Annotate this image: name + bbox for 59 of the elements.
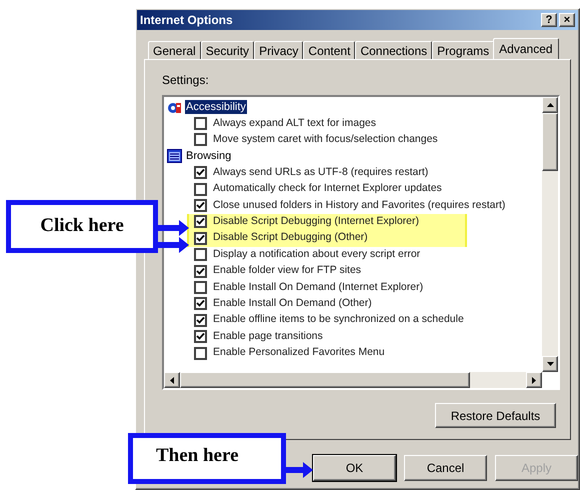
setting-label: Close unused folders in History and Favorites (requires restart) <box>213 198 506 213</box>
close-button[interactable]: × <box>559 13 575 27</box>
arrow-icon <box>158 237 189 253</box>
restore-defaults-button[interactable]: Restore Defaults <box>435 403 556 428</box>
category-item[interactable]: Accessibility <box>185 100 247 114</box>
category-item[interactable]: Browsing <box>185 149 232 164</box>
tab[interactable]: General <box>148 41 201 59</box>
tab[interactable]: Privacy <box>254 41 304 59</box>
callout-box: Then here <box>128 433 286 484</box>
dialog-button[interactable]: OK <box>313 455 396 481</box>
arrow-icon <box>158 220 189 236</box>
checkbox[interactable] <box>194 232 207 245</box>
tab[interactable]: Security <box>200 41 254 59</box>
arrow-icon <box>284 462 313 478</box>
setting-label: Automatically check for Internet Explorer updates <box>213 181 442 196</box>
callout-box: Click here <box>6 200 158 253</box>
right-arrow-icon <box>532 376 536 384</box>
help-button[interactable]: ? <box>541 13 557 27</box>
setting-label: Move system caret with focus/selection changes <box>213 132 438 148</box>
scroll-thumb[interactable] <box>180 372 470 388</box>
setting-label: Disable Script Debugging (Other) <box>213 230 368 246</box>
setting-label: Enable folder view for FTP sites <box>213 263 362 278</box>
checkbox[interactable] <box>194 199 207 212</box>
list-window-icon <box>167 149 182 164</box>
checkbox[interactable] <box>194 330 207 344</box>
setting-label: Enable page transitions <box>213 328 323 344</box>
setting-label: Enable Personalized Favorites Menu <box>213 345 385 360</box>
left-arrow-icon <box>170 376 174 384</box>
tab[interactable]: Programs <box>432 41 494 59</box>
tab[interactable]: Advanced <box>493 38 559 59</box>
checkbox[interactable] <box>194 166 207 180</box>
setting-label: Enable Install On Demand (Internet Explorer) <box>213 280 424 295</box>
checkbox[interactable] <box>194 215 207 228</box>
checkbox[interactable] <box>194 133 207 146</box>
settings-label: Settings: <box>162 72 209 89</box>
checkbox[interactable] <box>194 346 207 360</box>
scroll-thumb[interactable] <box>542 113 558 171</box>
vertical-scrollbar[interactable] <box>542 97 558 372</box>
checkbox[interactable] <box>194 297 207 310</box>
checkbox[interactable] <box>194 182 207 196</box>
down-arrow-icon <box>546 362 554 366</box>
tab[interactable]: Content <box>303 41 356 59</box>
checkbox[interactable] <box>194 264 207 278</box>
dialog-button[interactable]: Cancel <box>404 455 487 481</box>
accessibility-icon <box>167 100 182 114</box>
setting-label: Enable offline items to be synchronized on a schedule <box>213 312 464 328</box>
setting-label: Enable Install On Demand (Other) <box>213 296 372 311</box>
setting-label: Disable Script Debugging (Internet Explorer) <box>213 214 420 230</box>
checkbox[interactable] <box>194 248 207 262</box>
setting-label: Always expand ALT text for images <box>213 116 376 131</box>
window-title: Internet Options <box>140 12 233 29</box>
checkbox[interactable] <box>194 314 207 327</box>
up-arrow-icon <box>546 103 554 107</box>
setting-label: Display a notification about every script error <box>213 246 420 262</box>
setting-label: Always send URLs as UTF-8 (requires restart) <box>213 164 428 180</box>
checkbox[interactable] <box>194 280 207 294</box>
checkbox[interactable] <box>194 117 207 130</box>
horizontal-scrollbar[interactable] <box>164 372 542 388</box>
tab[interactable]: Connections <box>355 41 432 59</box>
